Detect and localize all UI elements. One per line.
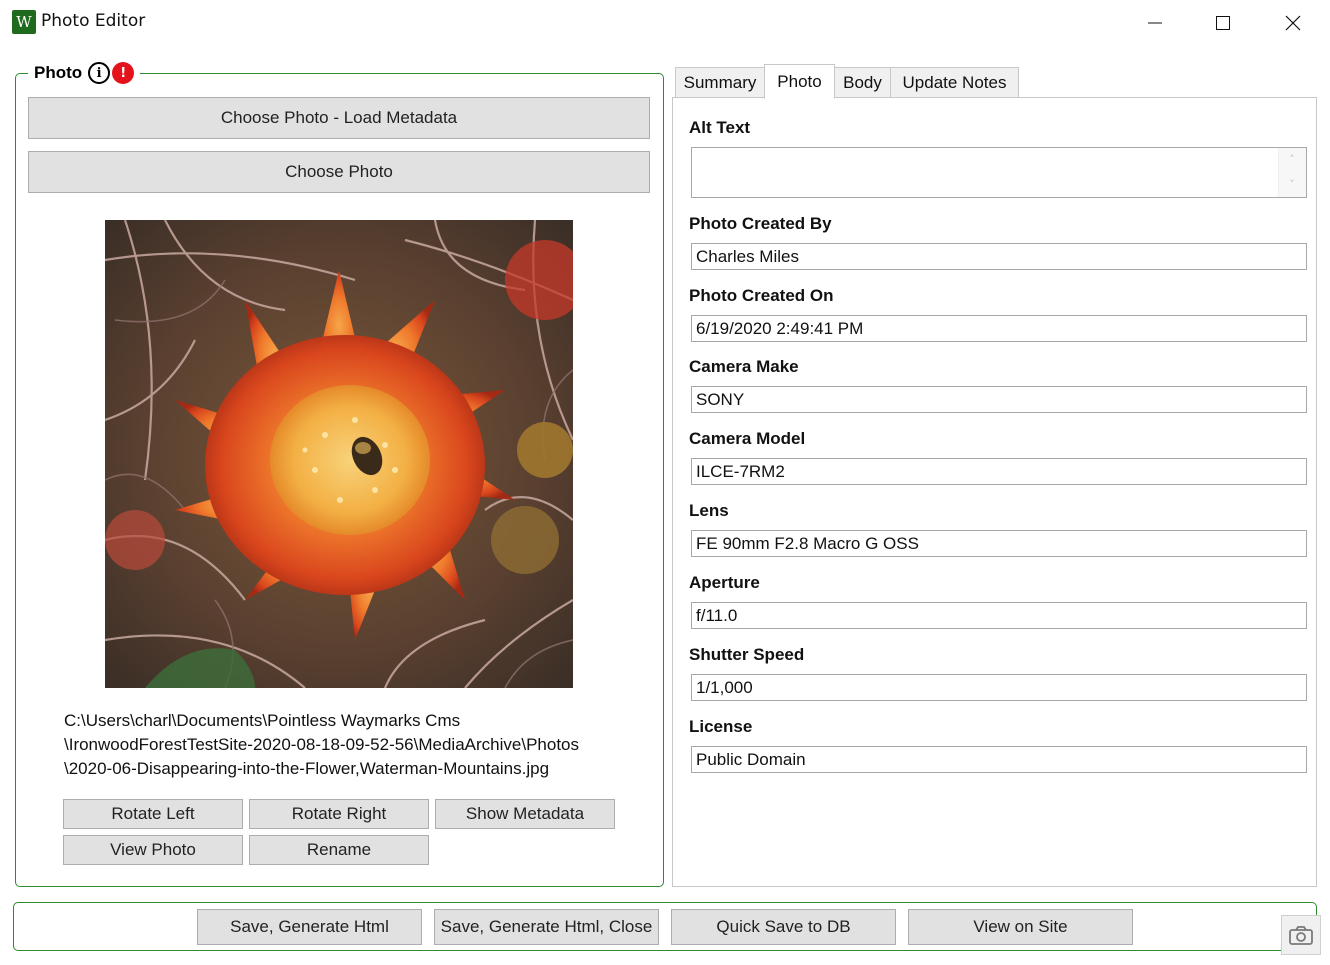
tab-update-notes[interactable]: Update Notes xyxy=(890,67,1019,98)
rotate-left-button[interactable]: Rotate Left xyxy=(63,799,243,829)
tab-summary[interactable]: Summary xyxy=(675,67,765,98)
photo-group-title: Photo xyxy=(34,63,83,82)
choose-photo-button[interactable]: Choose Photo xyxy=(28,151,650,193)
photo-created-on-label: Photo Created On xyxy=(689,286,834,305)
alt-text-label: Alt Text xyxy=(689,118,751,137)
camera-make-input[interactable]: SONY xyxy=(691,386,1307,413)
tab-body[interactable]: Body xyxy=(834,67,891,98)
save-generate-html-close-button[interactable]: Save, Generate Html, Close xyxy=(434,909,659,945)
photo-group-header: Photo i ! xyxy=(28,60,141,86)
choose-photo-load-metadata-button[interactable]: Choose Photo - Load Metadata xyxy=(28,97,650,139)
aperture-label: Aperture xyxy=(689,573,760,592)
tab-photo[interactable]: Photo xyxy=(764,64,835,99)
lens-label: Lens xyxy=(689,501,729,520)
save-generate-html-button[interactable]: Save, Generate Html xyxy=(197,909,422,945)
app-logo-icon: W xyxy=(12,10,36,34)
camera-model-input[interactable]: ILCE-7RM2 xyxy=(691,458,1307,485)
file-path-line: C:\Users\charl\Documents\Pointless Wayma… xyxy=(64,711,461,730)
license-input[interactable]: Public Domain xyxy=(691,746,1307,773)
lens-input[interactable]: FE 90mm F2.8 Macro G OSS xyxy=(691,530,1307,557)
view-photo-button[interactable]: View Photo xyxy=(63,835,243,865)
scroll-up-icon[interactable]: ˄ xyxy=(1286,154,1298,166)
camera-icon xyxy=(1289,926,1313,945)
license-label: License xyxy=(689,717,753,736)
rename-button[interactable]: Rename xyxy=(249,835,429,865)
camera-model-label: Camera Model xyxy=(689,429,806,448)
show-metadata-button[interactable]: Show Metadata xyxy=(435,799,615,829)
minimize-button[interactable] xyxy=(1120,0,1190,46)
close-icon xyxy=(1285,15,1301,31)
info-icon[interactable]: i xyxy=(88,62,111,84)
file-path: C:\Users\charl\Documents\Pointless Wayma… xyxy=(64,709,644,781)
file-path-line: \2020-06-Disappearing-into-the-Flower,Wa… xyxy=(64,759,550,778)
alt-text-scrollbar[interactable]: ˄ ˅ xyxy=(1278,148,1306,197)
file-path-line: \IronwoodForestTestSite-2020-08-18-09-52… xyxy=(64,735,579,754)
shutter-speed-label: Shutter Speed xyxy=(689,645,805,664)
screenshot-button[interactable] xyxy=(1281,915,1321,955)
maximize-icon xyxy=(1216,16,1230,30)
close-button[interactable] xyxy=(1258,0,1328,46)
minimize-icon xyxy=(1148,22,1162,24)
maximize-button[interactable] xyxy=(1188,0,1258,46)
photo-preview xyxy=(105,220,573,688)
photo-created-by-input[interactable]: Charles Miles xyxy=(691,243,1307,270)
view-on-site-button[interactable]: View on Site xyxy=(908,909,1133,945)
error-icon[interactable]: ! xyxy=(112,62,135,84)
alt-text-input[interactable]: ˄ ˅ xyxy=(691,147,1307,198)
quick-save-db-button[interactable]: Quick Save to DB xyxy=(671,909,896,945)
scroll-down-icon[interactable]: ˅ xyxy=(1286,179,1298,191)
photo-created-on-input[interactable]: 6/19/2020 2:49:41 PM xyxy=(691,315,1307,342)
aperture-input[interactable]: f/11.0 xyxy=(691,602,1307,629)
title-bar: W Photo Editor xyxy=(0,0,1330,46)
camera-make-label: Camera Make xyxy=(689,357,799,376)
rotate-right-button[interactable]: Rotate Right xyxy=(249,799,429,829)
shutter-speed-input[interactable]: 1/1,000 xyxy=(691,674,1307,701)
photo-created-by-label: Photo Created By xyxy=(689,214,832,233)
window-title: Photo Editor xyxy=(41,11,146,31)
